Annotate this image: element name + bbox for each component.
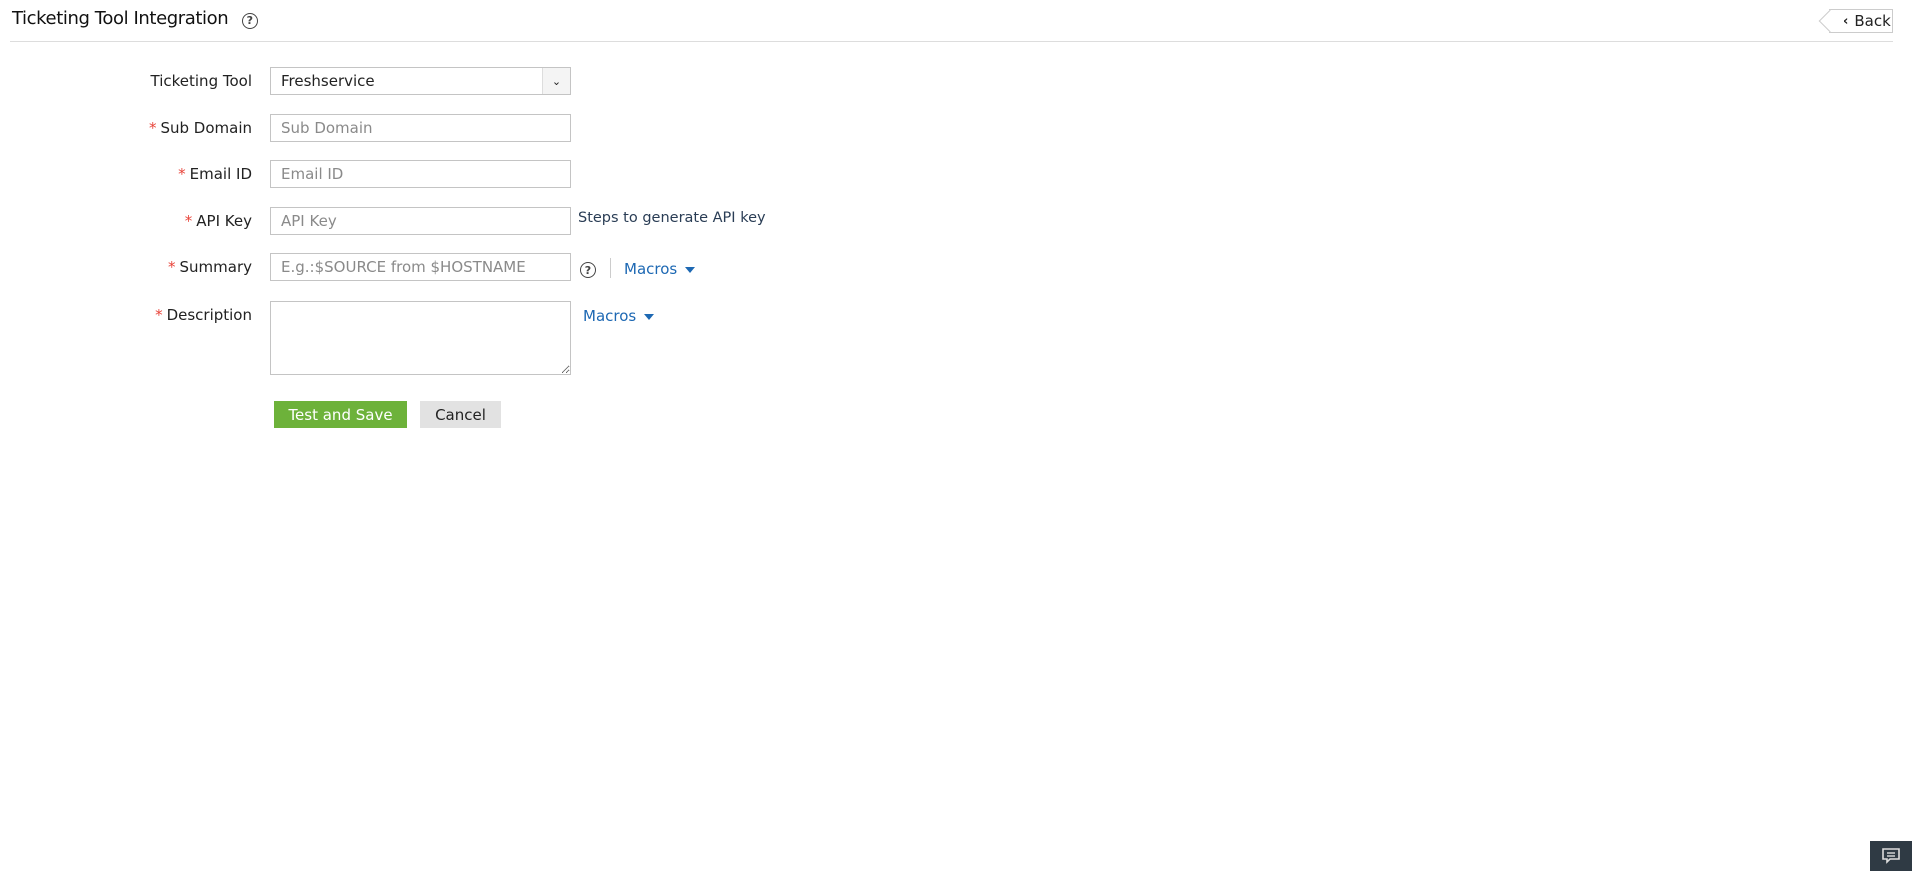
description-macros-dropdown[interactable]: Macros — [583, 307, 655, 325]
back-button[interactable]: ‹ Back — [1829, 9, 1893, 33]
api-key-label: * API Key — [184, 212, 252, 230]
email-id-input[interactable] — [270, 160, 571, 188]
email-id-label: * Email ID — [178, 165, 252, 183]
ticketing-tool-select[interactable]: Freshservice ⌄ — [270, 67, 571, 95]
separator — [610, 258, 611, 278]
sub-domain-label: * Sub Domain — [148, 119, 252, 137]
back-label: Back — [1854, 12, 1891, 30]
chat-icon — [1882, 848, 1900, 864]
caret-down-icon — [685, 266, 696, 273]
ticketing-tool-label: Ticketing Tool — [150, 72, 252, 90]
caret-down-icon — [644, 313, 655, 320]
ticketing-tool-value: Freshservice — [281, 72, 375, 90]
summary-input[interactable] — [270, 253, 571, 281]
cancel-button[interactable]: Cancel — [420, 401, 501, 428]
summary-label: * Summary — [168, 258, 252, 276]
api-key-steps-link[interactable]: Steps to generate API key — [578, 210, 766, 226]
summary-macros-dropdown[interactable]: Macros — [624, 260, 696, 278]
chat-button[interactable] — [1870, 841, 1912, 871]
chevron-left-icon: ‹ — [1843, 13, 1849, 29]
summary-help-icon[interactable]: ? — [580, 262, 596, 278]
description-textarea[interactable] — [270, 301, 571, 375]
question-circle-icon[interactable]: ? — [241, 12, 258, 29]
sub-domain-input[interactable] — [270, 114, 571, 142]
test-and-save-button[interactable]: Test and Save — [274, 401, 407, 428]
description-label: * Description — [155, 306, 252, 324]
header-divider — [10, 41, 1893, 42]
page-title-text: Ticketing Tool Integration — [12, 8, 229, 29]
api-key-input[interactable] — [270, 207, 571, 235]
chevron-down-icon[interactable]: ⌄ — [542, 68, 570, 94]
page-title: Ticketing Tool Integration ? — [12, 8, 258, 29]
